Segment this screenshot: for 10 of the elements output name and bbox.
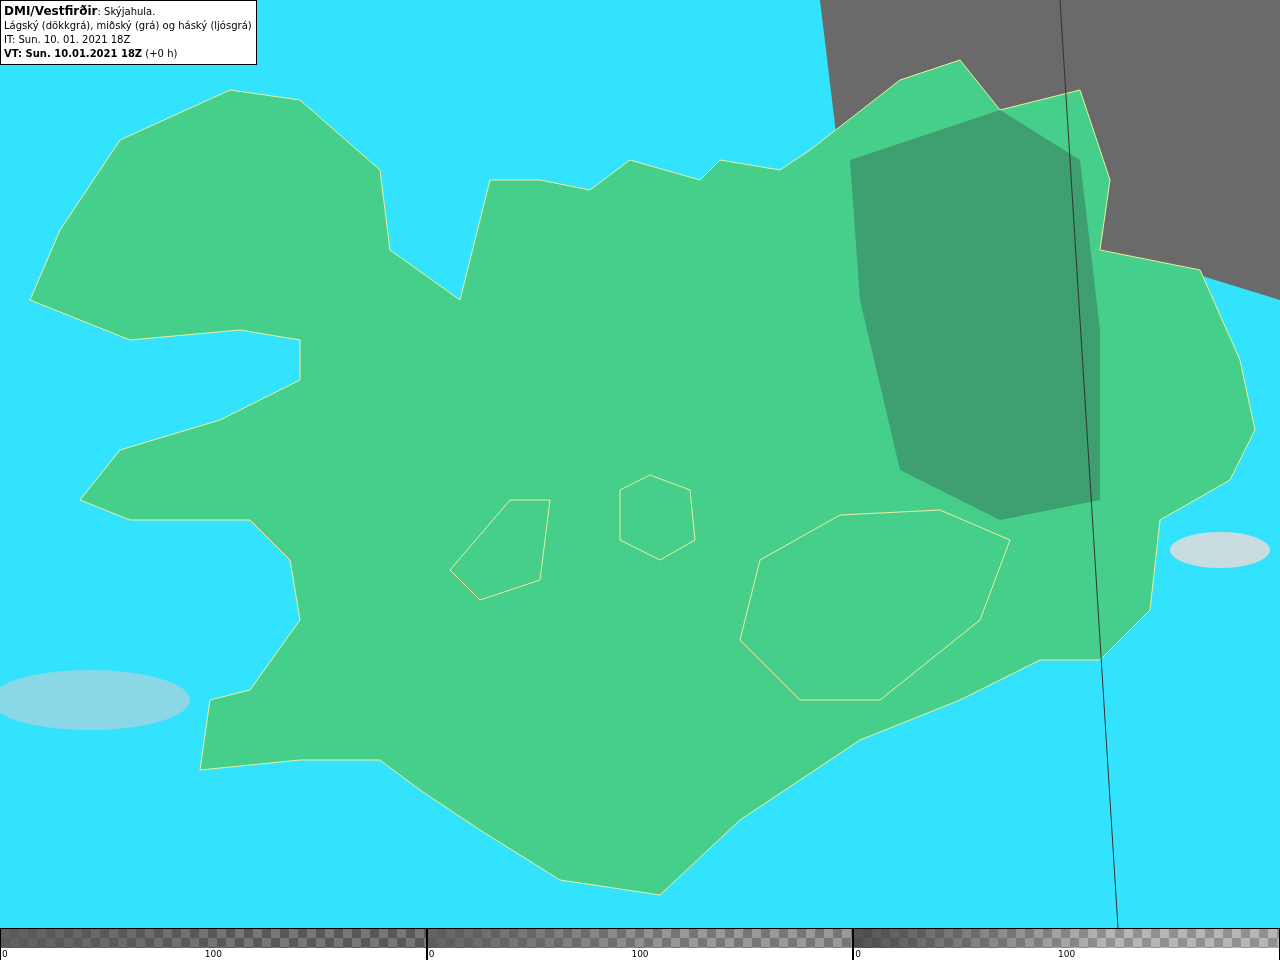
scale-label: 0 — [2, 948, 8, 960]
valid-time: VT: Sun. 10.01.2021 18Z (+0 h) — [4, 47, 179, 61]
issue-time: IT: Sun. 10. 01. 2021 18Z — [4, 33, 132, 47]
legend-title: DMI/Vestfirðir: Skýjahula. — [4, 4, 157, 19]
scale-label: 100 — [1058, 948, 1076, 960]
legend-description: Lágský (dökkgrá), miðský (grá) og háský (ljósgrá) — [4, 19, 252, 33]
scale-label: 0 — [855, 948, 862, 960]
scale-label: 100 — [204, 948, 222, 960]
scale-label: 0 — [428, 948, 435, 960]
scale-label: 100 — [631, 948, 649, 960]
